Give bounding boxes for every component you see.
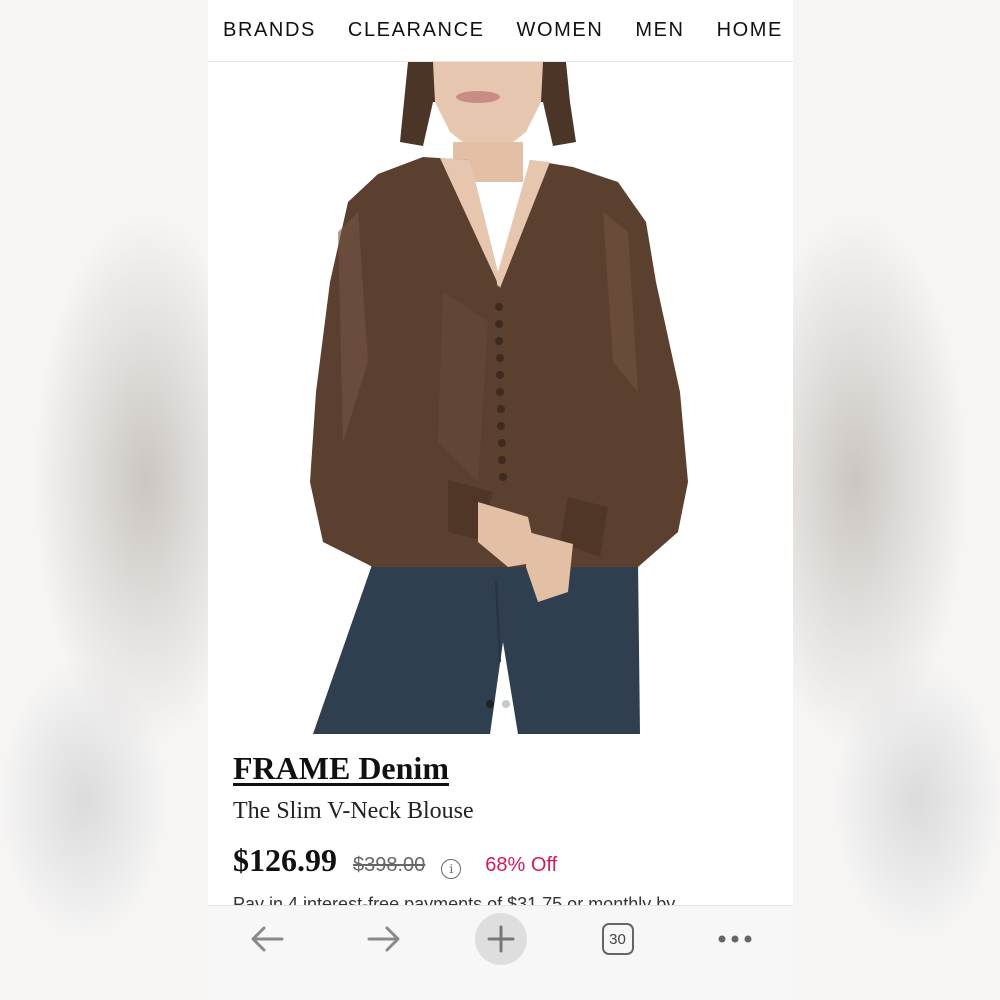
back-button[interactable] bbox=[237, 914, 297, 964]
blurred-background-left bbox=[0, 0, 208, 1000]
tabs-button[interactable]: 30 bbox=[588, 914, 648, 964]
new-tab-button[interactable] bbox=[471, 913, 531, 965]
plus-button-bg bbox=[474, 913, 527, 965]
arrow-right-icon bbox=[367, 926, 399, 952]
product-image[interactable] bbox=[208, 62, 793, 734]
phone-screen: BRANDS CLEARANCE WOMEN MEN HOME FRAME De… bbox=[208, 0, 793, 1000]
nav-brands[interactable]: BRANDS bbox=[223, 19, 316, 42]
carousel-indicator bbox=[486, 700, 510, 708]
discount-badge: 68% Off bbox=[485, 854, 558, 876]
model-photo bbox=[310, 62, 688, 734]
nav-women[interactable]: WOMEN bbox=[517, 19, 604, 42]
more-dots-icon bbox=[718, 935, 751, 943]
sale-price: $126.99 bbox=[233, 842, 337, 878]
carousel-dot[interactable] bbox=[502, 700, 510, 708]
tab-count: 30 bbox=[601, 923, 634, 955]
blurred-background-right bbox=[793, 0, 1000, 1000]
carousel-dot-active[interactable] bbox=[486, 700, 494, 708]
nav-home[interactable]: HOME bbox=[717, 19, 783, 42]
more-button[interactable] bbox=[705, 914, 765, 964]
browser-toolbar: 30 bbox=[208, 905, 793, 1000]
nav-clearance[interactable]: CLEARANCE bbox=[348, 19, 485, 42]
price-row: $126.99 $398.00 i 68% Off bbox=[233, 842, 557, 879]
plus-icon bbox=[487, 925, 514, 953]
nav-men[interactable]: MEN bbox=[635, 19, 684, 42]
forward-button[interactable] bbox=[354, 914, 414, 964]
brand-link[interactable]: FRAME Denim bbox=[233, 750, 449, 787]
original-price: $398.00 bbox=[353, 854, 426, 876]
top-navigation: BRANDS CLEARANCE WOMEN MEN HOME bbox=[208, 0, 793, 62]
info-icon[interactable]: i bbox=[441, 859, 462, 879]
product-name: The Slim V-Neck Blouse bbox=[233, 798, 474, 824]
arrow-left-icon bbox=[251, 926, 283, 952]
